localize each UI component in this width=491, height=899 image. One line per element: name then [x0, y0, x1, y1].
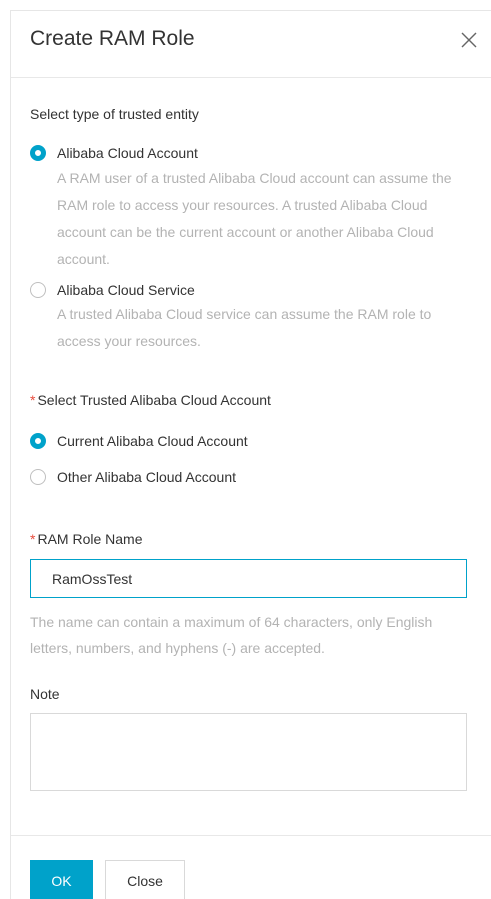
close-icon[interactable]	[458, 29, 480, 51]
note-label: Note	[30, 686, 60, 702]
radio-alibaba-cloud-service[interactable]	[30, 282, 46, 298]
required-mark: *	[30, 531, 36, 547]
dialog-footer: OK Close	[11, 835, 491, 899]
radio-label-other-account[interactable]: Other Alibaba Cloud Account	[57, 469, 236, 485]
role-name-input[interactable]	[30, 559, 467, 598]
trusted-account-label-text: Select Trusted Alibaba Cloud Account	[37, 392, 271, 408]
radio-alibaba-cloud-account[interactable]	[30, 145, 46, 161]
dialog-header: Create RAM Role	[11, 11, 491, 78]
dialog-title: Create RAM Role	[30, 27, 195, 50]
create-ram-role-dialog: Create RAM Role Select type of trusted e…	[10, 10, 491, 899]
alibaba-cloud-service-description: A trusted Alibaba Cloud service can assu…	[57, 306, 432, 349]
radio-label-alibaba-cloud-service[interactable]: Alibaba Cloud Service	[57, 282, 195, 298]
role-name-hint: The name can contain a maximum of 64 cha…	[30, 614, 433, 656]
required-mark: *	[30, 392, 36, 408]
ok-button[interactable]: OK	[30, 860, 93, 899]
role-name-label: * RAM Role Name	[30, 531, 142, 547]
alibaba-cloud-account-description: A RAM user of a trusted Alibaba Cloud ac…	[57, 170, 452, 267]
radio-label-current-account[interactable]: Current Alibaba Cloud Account	[57, 433, 248, 449]
trusted-account-label: * Select Trusted Alibaba Cloud Account	[30, 392, 271, 408]
role-name-label-text: RAM Role Name	[37, 531, 143, 547]
radio-other-account[interactable]	[30, 469, 46, 485]
note-textarea[interactable]	[30, 713, 467, 791]
radio-current-account[interactable]	[30, 433, 46, 449]
close-button[interactable]: Close	[105, 860, 185, 899]
radio-label-alibaba-cloud-account[interactable]: Alibaba Cloud Account	[57, 145, 198, 161]
trusted-entity-label: Select type of trusted entity	[30, 106, 199, 122]
